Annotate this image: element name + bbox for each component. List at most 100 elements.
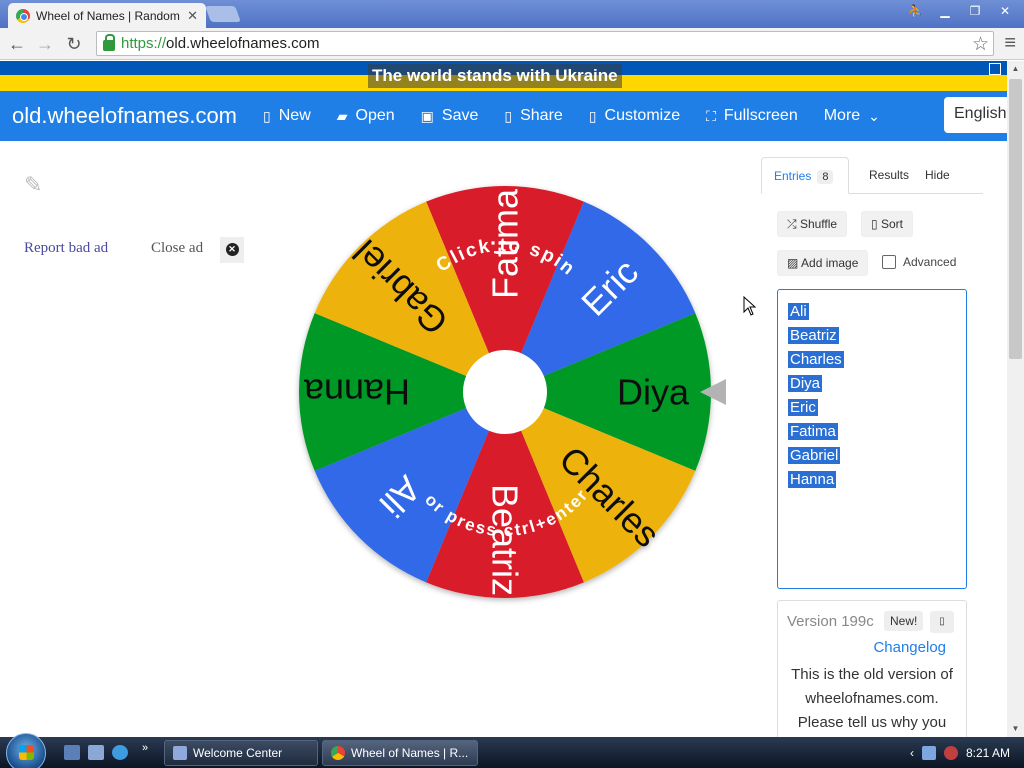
close-circle-icon: ✕ — [225, 243, 239, 256]
page-scrollbar[interactable]: ▲ ▼ — [1007, 61, 1024, 737]
palette-icon: ▯ — [588, 107, 597, 124]
name-wheel[interactable]: Fatima EricDiyaCharlesBeatrizAliHannaGabr… — [290, 177, 720, 607]
save-button[interactable]: ▣ Save — [421, 107, 479, 125]
address-bar[interactable]: https:// old.wheelofnames.com ☆ — [96, 31, 994, 56]
taskbar-label: Wheel of Names | R... — [351, 746, 469, 760]
more-button[interactable]: More ⌄ — [824, 107, 880, 125]
start-button[interactable] — [6, 733, 46, 768]
new-label: New — [278, 107, 311, 124]
entry-line: Gabriel — [788, 447, 841, 464]
mouse-cursor-icon — [743, 296, 757, 316]
panel-tabs: Entries 8 Results Hide — [761, 157, 983, 194]
new-button[interactable]: ▯ New — [263, 107, 311, 125]
close-window-button[interactable]: ✕ — [992, 2, 1018, 20]
share-button[interactable]: ▯ Share — [504, 107, 562, 125]
entries-textarea[interactable]: Ali Beatriz Charles Diya Eric Fatima Gab… — [777, 289, 967, 589]
reload-icon[interactable]: ↻ — [63, 33, 85, 55]
forward-arrow-icon[interactable]: → — [34, 33, 56, 55]
image-icon: ▨ — [787, 256, 799, 270]
show-desktop-icon[interactable] — [64, 745, 80, 760]
ukraine-banner: The world stands with Ukraine — [0, 61, 1007, 91]
banner-close-icon[interactable] — [989, 63, 1001, 75]
url-scheme: https:// — [121, 35, 167, 52]
version-card: Version 199c New! ▯ Changelog This is th… — [777, 600, 967, 740]
fullscreen-button[interactable]: ⛶ Fullscreen — [706, 107, 798, 125]
entry-line: Hanna — [788, 471, 837, 488]
entries-count: 8 — [817, 170, 834, 184]
chrome-menu-icon[interactable]: ≡ — [1004, 32, 1016, 55]
wheel-pointer — [700, 379, 726, 405]
chevron-down-icon: ⌄ — [868, 107, 880, 124]
add-image-button[interactable]: ▨ Add image — [777, 250, 869, 276]
report-bad-ad-link[interactable]: Report bad ad — [24, 240, 108, 257]
shuffle-button[interactable]: ⤮ Shuffle — [777, 211, 848, 237]
browser-tab[interactable]: Wheel of Names | Random ✕ — [8, 3, 206, 28]
close-ad-button[interactable]: ✕ — [220, 237, 244, 263]
customize-label: Customize — [604, 107, 681, 124]
restore-button[interactable]: ❐ — [962, 2, 988, 20]
site-navbar: old.wheelofnames.com ▯ New ▰ Open ▣ Save… — [0, 91, 1014, 141]
entry-line: Ali — [788, 303, 809, 320]
advanced-checkbox[interactable]: Advanced — [882, 255, 956, 269]
entry-line: Fatima — [788, 423, 838, 440]
taskbar-chrome[interactable]: Wheel of Names | R... — [322, 740, 478, 766]
version-text-line: wheelofnames.com. — [805, 690, 939, 707]
version-text-line: This is the old version of — [791, 666, 953, 683]
chrome-favicon-icon — [16, 8, 30, 23]
share-label: Share — [520, 107, 563, 124]
new-tab-button[interactable] — [205, 6, 241, 22]
scroll-up-arrow-icon[interactable]: ▲ — [1007, 61, 1024, 77]
scroll-thumb[interactable] — [1009, 79, 1022, 359]
tab-results[interactable]: Results — [857, 157, 921, 194]
version-label: Version 199c — [787, 613, 874, 630]
tab-title: Wheel of Names | Random — [36, 8, 180, 23]
back-arrow-icon[interactable]: ← — [6, 33, 28, 55]
language-select[interactable]: English — [944, 97, 1014, 133]
tab-entries[interactable]: Entries 8 — [761, 157, 849, 194]
checkbox-box[interactable] — [882, 255, 896, 269]
close-tab-icon[interactable]: ✕ — [187, 8, 198, 24]
edit-icon[interactable]: ✎ — [24, 172, 42, 198]
wheel-label-diya: Diya — [617, 372, 690, 413]
more-label: More — [823, 107, 861, 124]
sort-button[interactable]: ▯ Sort — [861, 211, 913, 237]
tray-expand-icon[interactable]: ‹ — [910, 746, 914, 760]
entry-line: Beatriz — [788, 327, 839, 344]
wheel-center[interactable] — [463, 350, 547, 434]
floppy-disk-icon: ▣ — [420, 107, 434, 124]
open-button[interactable]: ▰ Open — [337, 107, 395, 125]
close-ad-link[interactable]: Close ad — [151, 240, 203, 257]
entry-line: Diya — [788, 375, 823, 392]
switch-windows-icon[interactable] — [88, 745, 104, 760]
url-host: old.wheelofnames.com — [166, 35, 320, 52]
entry-line: Eric — [788, 399, 818, 416]
open-label: Open — [355, 107, 395, 124]
quicklaunch-more-icon[interactable]: » — [142, 742, 148, 754]
tab-hide[interactable]: Hide — [913, 157, 962, 194]
taskbar-welcome-center[interactable]: Welcome Center — [164, 740, 318, 766]
volume-icon[interactable] — [943, 745, 958, 760]
bookmark-star-icon[interactable]: ☆ — [972, 33, 989, 56]
fullscreen-icon: ⛶ — [706, 107, 716, 124]
wheel-label-hanna: Hanna — [303, 372, 410, 413]
fullscreen-label: Fullscreen — [723, 107, 798, 124]
network-icon[interactable] — [921, 745, 936, 760]
site-brand[interactable]: old.wheelofnames.com — [12, 103, 237, 129]
changelog-link[interactable]: Changelog — [873, 639, 946, 656]
customize-button[interactable]: ▯ Customize — [589, 107, 680, 125]
windows-taskbar: » Welcome Center Wheel of Names | R... ‹… — [0, 733, 1024, 768]
dismiss-icon[interactable]: ▯ — [930, 611, 954, 633]
shuffle-label: Shuffle — [799, 217, 838, 231]
clock[interactable]: 8:21 AM — [966, 746, 1010, 760]
minimize-button[interactable]: ▁ — [932, 2, 958, 20]
share-icon: ▯ — [504, 107, 513, 124]
browser-toolbar: ← → ↻ https:// old.wheelofnames.com ☆ ≡ — [0, 28, 1024, 60]
scroll-down-arrow-icon[interactable]: ▼ — [1007, 721, 1024, 737]
user-icon[interactable]: ⛹ — [902, 2, 928, 20]
sort-icon: ▯ — [871, 217, 878, 231]
taskbar-label: Welcome Center — [193, 746, 283, 760]
new-badge: New! — [884, 611, 924, 631]
system-tray: ‹ 8:21 AM — [894, 737, 1024, 768]
advanced-label: Advanced — [903, 255, 957, 269]
internet-explorer-icon[interactable] — [112, 745, 128, 760]
